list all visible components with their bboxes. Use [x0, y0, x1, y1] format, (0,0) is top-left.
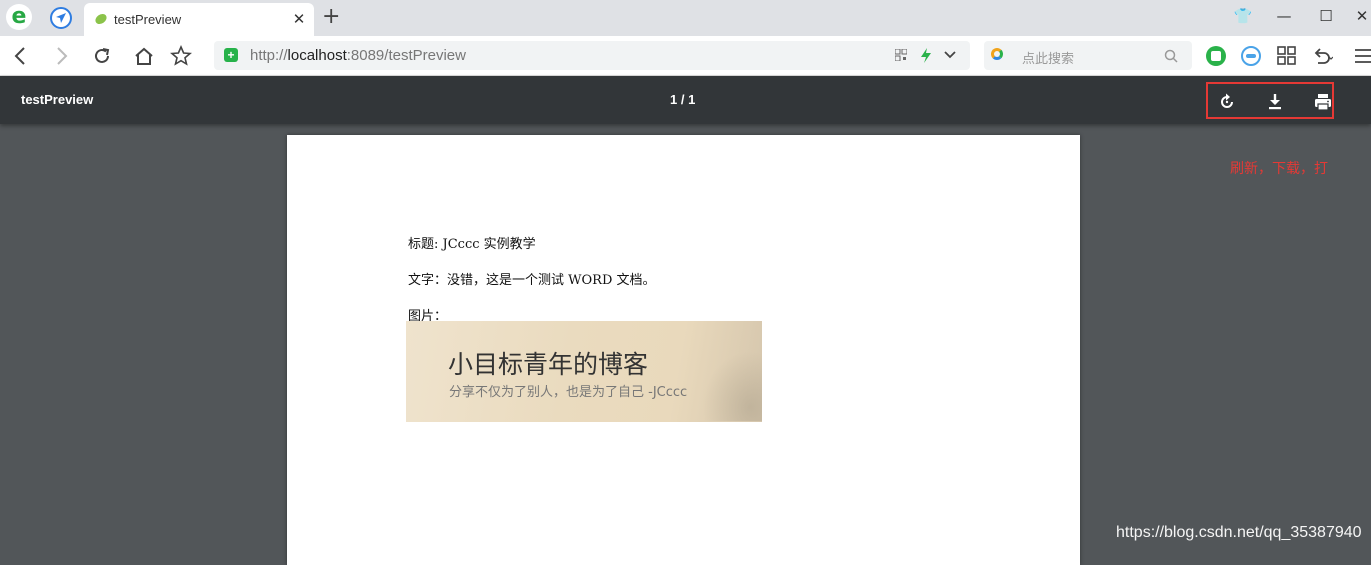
home-icon[interactable] — [133, 45, 155, 67]
secure-shield-icon: + — [224, 48, 238, 62]
tab-testpreview[interactable]: testPreview ✕ — [84, 3, 314, 36]
banner-subtitle: 分享不仅为了别人，也是为了自己 -JCccc — [449, 385, 688, 400]
page-indicator: 1 / 1 — [670, 92, 696, 107]
undo-close-tab-icon[interactable] — [1311, 45, 1333, 67]
browser-logo-icon[interactable]: e — [6, 4, 32, 30]
skin-icon[interactable]: 👕 — [1232, 7, 1254, 25]
banner-title: 小目标青年的博客 — [448, 350, 649, 379]
blog-banner-image: 小目标青年的博客 分享不仅为了别人，也是为了自己 -JCccc — [406, 321, 762, 422]
document-title: testPreview — [21, 92, 94, 107]
close-window-button[interactable]: ✕ — [1351, 7, 1371, 25]
qr-code-icon[interactable] — [895, 49, 907, 61]
reload-icon[interactable] — [91, 45, 113, 67]
address-bar[interactable]: + http://localhost:8089/testPreview — [214, 41, 970, 70]
red-annotation-text: 刷新，下载，打 — [1230, 160, 1328, 176]
back-icon[interactable] — [10, 45, 32, 67]
url-text: http://localhost:8089/testPreview — [250, 47, 466, 64]
maximize-button[interactable]: ☐ — [1315, 7, 1337, 25]
tab-strip: e testPreview ✕ + 👕 — ☐ ✕ — [0, 0, 1371, 36]
doc-title-line: 标题: JCccc 实例教学 — [408, 237, 536, 252]
forward-icon[interactable] — [50, 45, 72, 67]
extension-blue-icon[interactable] — [1240, 45, 1262, 67]
download-icon[interactable] — [1265, 92, 1285, 112]
pdf-viewer-toolbar: testPreview 1 / 1 — [0, 76, 1371, 124]
spring-leaf-icon — [95, 13, 107, 25]
address-toolbar: + http://localhost:8089/testPreview 点此搜索 — [0, 36, 1371, 76]
menu-icon[interactable] — [1352, 45, 1371, 67]
tab-close-icon[interactable]: ✕ — [291, 10, 307, 28]
navigate-icon[interactable] — [50, 7, 72, 29]
document-page: 标题: JCccc 实例教学 文字：没错，这是一个测试 WORD 文档。 图片：… — [287, 135, 1080, 565]
search-placeholder: 点此搜索 — [1022, 51, 1075, 66]
minimize-button[interactable]: — — [1273, 7, 1295, 25]
tab-title: testPreview — [114, 12, 182, 27]
rotate-icon[interactable] — [1217, 92, 1237, 112]
lightning-icon[interactable] — [920, 48, 932, 63]
search-input[interactable]: 点此搜索 — [984, 41, 1192, 70]
extension-green-icon[interactable] — [1205, 45, 1227, 67]
watermark-text: https://blog.csdn.net/qq_35387940 — [1116, 524, 1362, 541]
bookmark-star-icon[interactable] — [170, 45, 192, 67]
doc-text-line: 文字：没错，这是一个测试 WORD 文档。 — [408, 273, 656, 288]
toolbar-highlight-box — [1206, 82, 1334, 119]
chevron-down-icon[interactable] — [944, 51, 956, 59]
new-tab-button[interactable]: + — [322, 4, 340, 29]
print-icon[interactable] — [1313, 92, 1333, 112]
search-icon[interactable] — [1164, 49, 1178, 63]
search-engine-icon[interactable] — [991, 48, 1003, 60]
apps-grid-icon[interactable] — [1276, 45, 1298, 67]
